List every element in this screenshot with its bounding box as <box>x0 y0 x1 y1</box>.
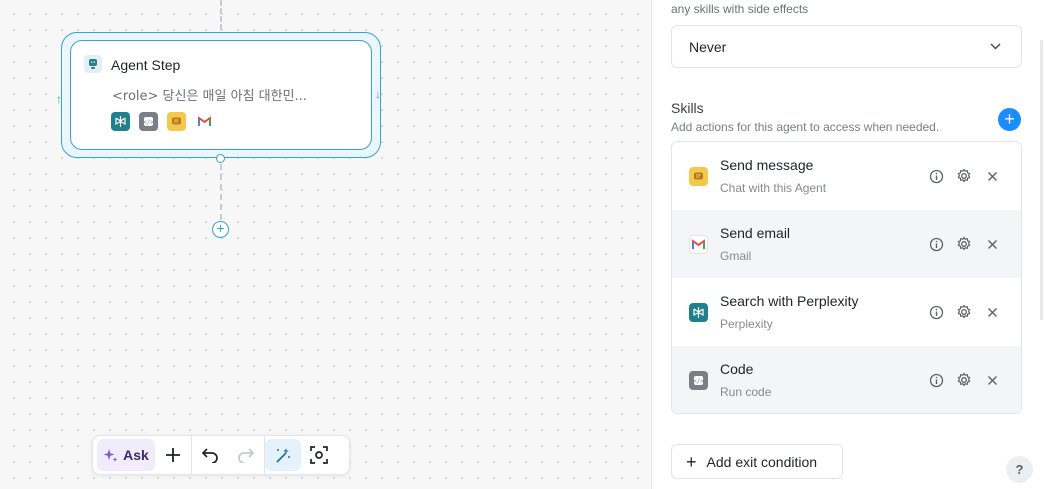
close-icon <box>987 375 997 385</box>
add-exit-condition-label: Add exit condition <box>706 453 818 470</box>
close-icon <box>987 307 997 317</box>
skill-name: Send message <box>720 157 814 173</box>
info-button[interactable] <box>927 235 945 253</box>
skill-actions <box>927 235 1001 253</box>
chat-icon <box>167 112 186 131</box>
gmail-icon <box>689 235 708 254</box>
add-exit-condition-button[interactable]: + Add exit condition <box>671 444 843 479</box>
close-icon <box>987 171 997 181</box>
redo-icon <box>238 448 255 463</box>
loop-arrow-down-icon: ↓ <box>375 87 381 101</box>
skill-description: Chat with this Agent <box>720 181 827 195</box>
gear-icon <box>957 168 971 183</box>
fit-view-icon <box>310 446 328 464</box>
undo-button[interactable] <box>192 439 228 471</box>
skill-row-code[interactable]: </> Code Run code <box>672 346 1021 413</box>
help-button[interactable]: ? <box>1006 456 1033 483</box>
chevron-down-icon <box>990 43 1001 50</box>
node-description: <role> 당신은 매일 아침 대한민... <box>112 89 307 104</box>
add-step-button[interactable]: + <box>212 221 229 238</box>
add-skill-button[interactable]: + <box>998 108 1021 131</box>
plus-icon: + <box>686 451 697 472</box>
skill-actions <box>927 371 1001 389</box>
plus-icon <box>166 448 180 462</box>
loop-arrow-up-icon: ↑ <box>56 92 62 106</box>
output-handle[interactable] <box>216 154 225 163</box>
outgoing-connector <box>220 164 222 220</box>
remove-skill-button[interactable] <box>983 371 1001 389</box>
gear-icon <box>957 304 971 319</box>
skill-actions <box>927 303 1001 321</box>
add-node-button[interactable] <box>155 439 191 471</box>
skill-row-send-message[interactable]: Send message Chat with this Agent <box>672 142 1021 210</box>
settings-button[interactable] <box>955 167 973 185</box>
skill-row-search-perplexity[interactable]: Search with Perplexity Perplexity <box>672 278 1021 346</box>
skills-subtitle: Add actions for this agent to access whe… <box>671 120 940 134</box>
info-icon <box>929 237 943 251</box>
chat-icon <box>689 167 708 186</box>
gear-icon <box>957 236 971 251</box>
node-skill-icons: </> <box>111 112 214 131</box>
fit-view-button[interactable] <box>301 439 337 471</box>
skill-name: Code <box>720 361 754 377</box>
redo-button[interactable] <box>228 439 264 471</box>
settings-button[interactable] <box>955 371 973 389</box>
node-title: Agent Step <box>111 57 181 73</box>
svg-text:</>: </> <box>143 119 154 126</box>
skill-description: Run code <box>720 385 772 399</box>
canvas-toolbar: Ask <box>92 435 350 475</box>
approval-select-value: Never <box>689 38 727 55</box>
skills-list: Send message Chat with this Agent Send e… <box>671 141 1022 414</box>
code-icon: </> <box>139 112 158 131</box>
info-button[interactable] <box>927 303 945 321</box>
remove-skill-button[interactable] <box>983 235 1001 253</box>
skill-description: Gmail <box>720 249 752 263</box>
side-effects-label: any skills with side effects <box>671 2 809 16</box>
agent-icon <box>84 55 102 73</box>
info-button[interactable] <box>927 167 945 185</box>
skill-description: Perplexity <box>720 317 773 331</box>
skill-row-send-email[interactable]: Send email Gmail <box>672 210 1021 278</box>
ask-button[interactable]: Ask <box>97 439 155 471</box>
settings-button[interactable] <box>955 303 973 321</box>
approval-select[interactable]: Never <box>671 25 1022 68</box>
remove-skill-button[interactable] <box>983 167 1001 185</box>
close-icon <box>987 239 997 249</box>
panel-scrollbar[interactable] <box>1040 40 1043 320</box>
info-icon <box>929 169 943 183</box>
sparkle-icon <box>103 448 118 462</box>
skill-actions <box>927 167 1001 185</box>
remove-skill-button[interactable] <box>983 303 1001 321</box>
perplexity-icon <box>689 303 708 322</box>
gmail-icon <box>195 112 214 131</box>
info-button[interactable] <box>927 371 945 389</box>
info-icon <box>929 305 943 319</box>
ask-label: Ask <box>123 447 149 463</box>
perplexity-icon <box>111 112 130 131</box>
settings-button[interactable] <box>955 235 973 253</box>
gear-icon <box>957 372 971 387</box>
skills-title: Skills <box>671 100 704 116</box>
svg-text:</>: </> <box>693 378 704 385</box>
incoming-connector <box>220 0 222 30</box>
skill-name: Search with Perplexity <box>720 293 859 309</box>
undo-icon <box>201 448 218 463</box>
skill-name: Send email <box>720 225 791 241</box>
info-icon <box>929 373 943 387</box>
auto-layout-button[interactable] <box>265 439 301 471</box>
code-icon: </> <box>689 371 708 390</box>
magic-wand-icon <box>276 448 290 463</box>
